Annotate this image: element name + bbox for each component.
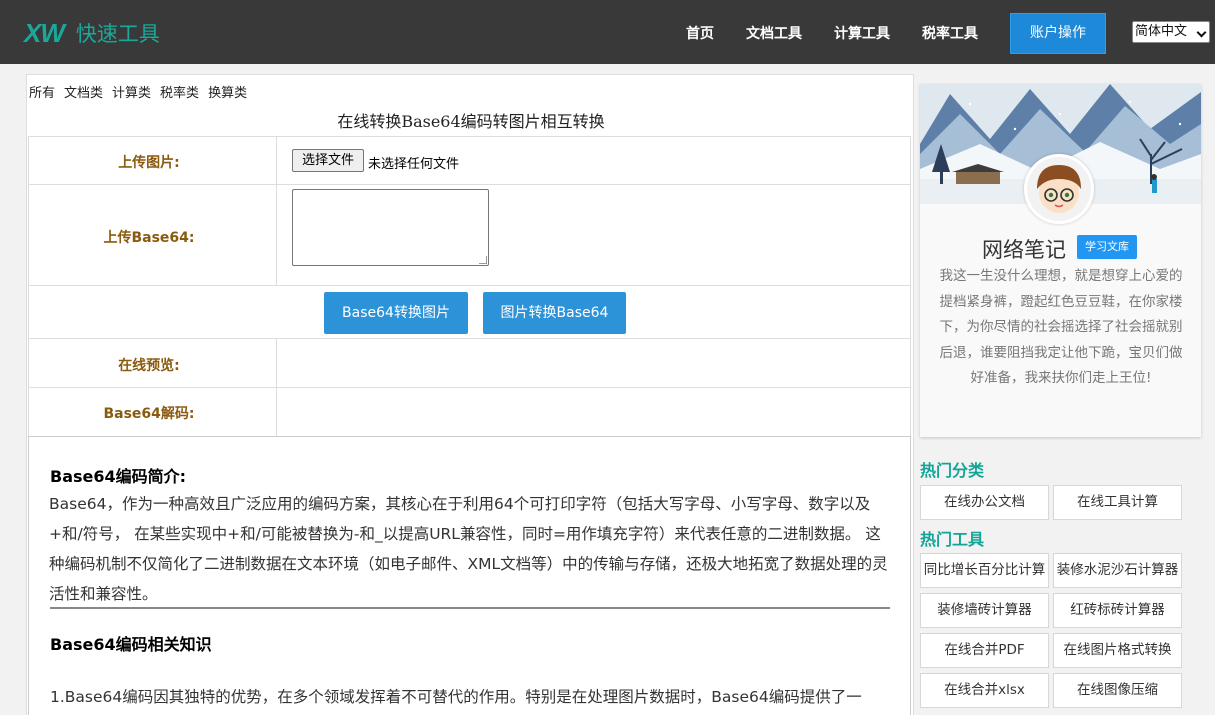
upload-image-label: 上传图片: — [118, 155, 180, 171]
language-select[interactable]: 简体中文 — [1132, 21, 1210, 43]
category-tax[interactable]: 税率类 — [160, 86, 199, 101]
profile-bio: 我这一生没什么理想，就是想穿上心爱的提档紧身裤，蹬起红色豆豆鞋，在你家楼下，为你… — [939, 268, 1183, 386]
profile-name: 网络笔记 — [982, 238, 1066, 262]
hot-categories-heading: 热门分类 — [920, 461, 985, 480]
nav-document-tools[interactable]: 文档工具 — [746, 23, 802, 43]
site-logo[interactable]: XW 快速工具 — [24, 18, 160, 48]
base64-textarea[interactable] — [292, 189, 489, 266]
category-document[interactable]: 文档类 — [64, 86, 103, 101]
hot-tool-link[interactable]: 在线图像压缩 — [1053, 673, 1182, 708]
hot-tool-link[interactable]: 红砖标砖计算器 — [1053, 593, 1182, 628]
logo-text: 快速工具 — [75, 22, 160, 46]
profile-card: 网络笔记 学习文库 我这一生没什么理想，就是想穿上心爱的提档紧身裤，蹬起红色豆豆… — [920, 84, 1201, 437]
choose-file-button[interactable]: 选择文件 — [292, 149, 364, 172]
nav-home[interactable]: 首页 — [686, 23, 714, 43]
profile-badge[interactable]: 学习文库 — [1077, 235, 1137, 259]
base64-to-image-button[interactable]: Base64转换图片 — [324, 292, 468, 334]
hot-category-calculation[interactable]: 在线工具计算 — [1053, 485, 1182, 520]
divider — [50, 607, 890, 609]
upload-base64-label: 上传Base64: — [103, 230, 195, 246]
chevron-down-icon — [1196, 27, 1207, 38]
nav-calculation-tools[interactable]: 计算工具 — [834, 23, 890, 43]
preview-label: 在线预览: — [118, 358, 180, 374]
category-all[interactable]: 所有 — [29, 86, 55, 101]
button-row — [28, 285, 911, 339]
image-to-base64-button[interactable]: 图片转换Base64 — [483, 292, 626, 334]
no-file-text: 未选择任何文件 — [368, 157, 460, 172]
hot-tools-heading: 热门工具 — [920, 530, 985, 549]
hot-tool-link[interactable]: 装修水泥沙石计算器 — [1053, 553, 1182, 588]
decode-label: Base64解码: — [103, 406, 195, 422]
category-conversion[interactable]: 换算类 — [208, 86, 247, 101]
hot-tool-link[interactable]: 同比增长百分比计算 — [920, 553, 1049, 588]
account-button[interactable]: 账户操作 — [1010, 13, 1106, 54]
language-value: 简体中文 — [1135, 24, 1188, 39]
hot-tool-link[interactable]: 在线图片格式转换 — [1053, 633, 1182, 668]
article-heading-knowledge: Base64编码相关知识 — [50, 635, 212, 654]
hot-category-office[interactable]: 在线办公文档 — [920, 485, 1049, 520]
category-calculation[interactable]: 计算类 — [112, 86, 151, 101]
decode-output — [276, 387, 911, 437]
hot-tool-link[interactable]: 装修墙砖计算器 — [920, 593, 1049, 628]
logo-mark: XW — [24, 17, 65, 48]
hot-tool-link[interactable]: 在线合并xlsx — [920, 673, 1049, 708]
article-paragraph-intro: Base64，作为一种高效且广泛应用的编码方案，其核心在于利用64个可打印字符（… — [49, 495, 888, 603]
top-navbar: XW 快速工具 首页 文档工具 计算工具 税率工具 账户操作 简体中文 — [0, 0, 1215, 64]
hot-tool-link[interactable]: 在线合并PDF — [920, 633, 1049, 668]
category-links: 所有 文档类 计算类 税率类 换算类 — [29, 82, 256, 101]
resize-grip-icon[interactable] — [479, 256, 487, 264]
nav-tax-tools[interactable]: 税率工具 — [922, 23, 978, 43]
article-heading-intro: Base64编码简介: — [50, 467, 187, 486]
avatar[interactable] — [1024, 154, 1094, 224]
preview-area — [276, 338, 911, 388]
page-title: 在线转换Base64编码转图片相互转换 — [337, 112, 605, 131]
article-paragraph-knowledge: 1.Base64编码因其独特的优势，在多个领域发挥着不可替代的作用。特别是在处理… — [50, 688, 862, 706]
